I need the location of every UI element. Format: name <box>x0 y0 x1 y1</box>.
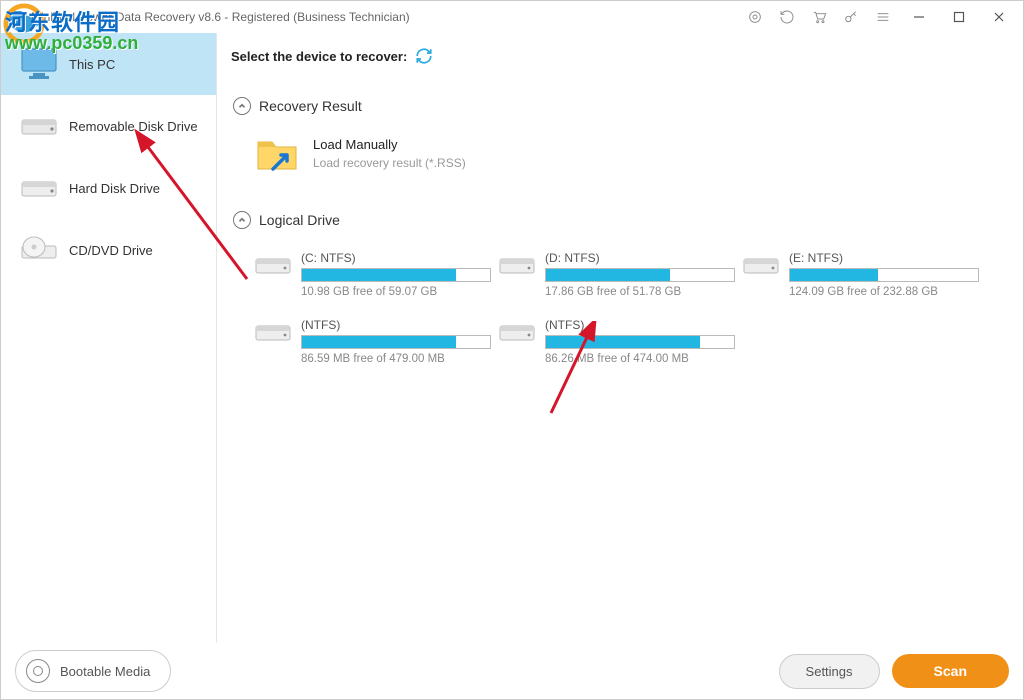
menu-icon[interactable] <box>869 3 897 31</box>
monitor-icon <box>19 46 59 82</box>
drive-item[interactable]: (NTFS) 86.59 MB free of 479.00 MB <box>255 318 491 365</box>
maximize-button[interactable] <box>941 3 977 31</box>
drive-icon <box>255 251 291 279</box>
disc-icon <box>26 659 50 683</box>
drive-item[interactable]: (C: NTFS) 10.98 GB free of 59.07 GB <box>255 251 491 298</box>
drive-item[interactable]: (NTFS) 86.26 MB free of 474.00 MB <box>499 318 735 365</box>
drive-icon <box>499 318 535 346</box>
drive-free-text: 86.26 MB free of 474.00 MB <box>545 353 735 365</box>
cd-drive-icon <box>19 232 59 268</box>
drive-icon <box>499 251 535 279</box>
drive-icon <box>743 251 779 279</box>
harddisk-icon <box>19 170 59 206</box>
removable-drive-icon <box>19 108 59 144</box>
target-icon[interactable] <box>741 3 769 31</box>
capacity-bar <box>545 335 735 349</box>
drive-label: (NTFS) <box>545 318 735 332</box>
drive-item[interactable]: (E: NTFS) 124.09 GB free of 232.88 GB <box>743 251 979 298</box>
chevron-up-icon[interactable] <box>233 211 251 229</box>
drive-item[interactable]: (D: NTFS) 17.86 GB free of 51.78 GB <box>499 251 735 298</box>
drives-grid: (C: NTFS) 10.98 GB free of 59.07 GB (D: … <box>227 241 1003 365</box>
titlebar: MiniTool Power Data Recovery v8.6 - Regi… <box>1 1 1023 33</box>
load-manually-subtitle: Load recovery result (*.RSS) <box>313 156 466 170</box>
bootable-media-button[interactable]: Bootable Media <box>15 650 171 692</box>
bootable-label: Bootable Media <box>60 664 150 679</box>
load-manually-row[interactable]: Load Manually Load recovery result (*.RS… <box>227 127 1003 179</box>
app-logo-icon <box>7 9 23 25</box>
section-title: Recovery Result <box>259 98 362 114</box>
drive-icon <box>255 318 291 346</box>
drive-free-text: 10.98 GB free of 59.07 GB <box>301 286 491 298</box>
load-manually-title: Load Manually <box>313 137 466 152</box>
drive-free-text: 124.09 GB free of 232.88 GB <box>789 286 979 298</box>
instruction-row: Select the device to recover: <box>227 33 1003 79</box>
history-icon[interactable] <box>773 3 801 31</box>
chevron-up-icon[interactable] <box>233 97 251 115</box>
drive-label: (C: NTFS) <box>301 251 491 265</box>
refresh-icon[interactable] <box>415 47 433 65</box>
bottom-bar: Bootable Media Settings Scan <box>1 643 1023 699</box>
main-panel: Select the device to recover: Recovery R… <box>217 33 1023 643</box>
sidebar: This PC Removable Disk Drive Hard Disk D… <box>1 33 217 643</box>
section-recovery-result: Recovery Result <box>233 97 1003 115</box>
minimize-button[interactable] <box>901 3 937 31</box>
sidebar-item-label: This PC <box>69 57 115 72</box>
sidebar-item-cddvd[interactable]: CD/DVD Drive <box>1 219 216 281</box>
capacity-bar <box>301 268 491 282</box>
sidebar-item-this-pc[interactable]: This PC <box>1 33 216 95</box>
drive-free-text: 86.59 MB free of 479.00 MB <box>301 353 491 365</box>
drive-label: (E: NTFS) <box>789 251 979 265</box>
drive-label: (D: NTFS) <box>545 251 735 265</box>
sidebar-item-removable[interactable]: Removable Disk Drive <box>1 95 216 157</box>
drive-free-text: 17.86 GB free of 51.78 GB <box>545 286 735 298</box>
cart-icon[interactable] <box>805 3 833 31</box>
folder-load-icon <box>255 133 299 173</box>
window-title: MiniTool Power Data Recovery v8.6 - Regi… <box>31 10 741 24</box>
sidebar-item-harddisk[interactable]: Hard Disk Drive <box>1 157 216 219</box>
capacity-bar <box>301 335 491 349</box>
close-button[interactable] <box>981 3 1017 31</box>
capacity-bar <box>789 268 979 282</box>
sidebar-item-label: Hard Disk Drive <box>69 181 160 196</box>
sidebar-item-label: CD/DVD Drive <box>69 243 153 258</box>
capacity-bar <box>545 268 735 282</box>
section-logical-drive: Logical Drive <box>233 211 1003 229</box>
sidebar-item-label: Removable Disk Drive <box>69 119 198 134</box>
key-icon[interactable] <box>837 3 865 31</box>
drive-label: (NTFS) <box>301 318 491 332</box>
settings-button[interactable]: Settings <box>779 654 880 689</box>
scan-button[interactable]: Scan <box>892 654 1009 688</box>
instruction-text: Select the device to recover: <box>231 49 407 64</box>
section-title: Logical Drive <box>259 212 340 228</box>
